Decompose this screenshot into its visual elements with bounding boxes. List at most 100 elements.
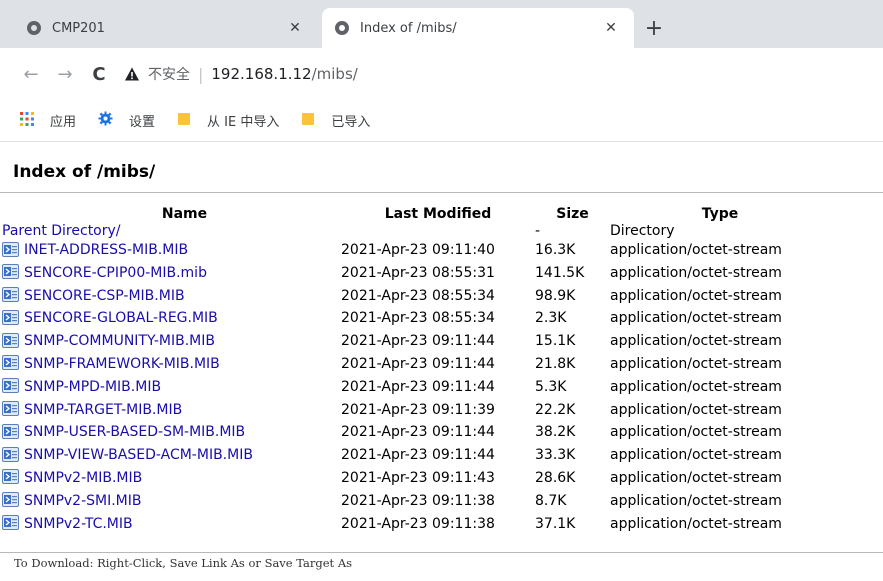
file-link[interactable]: SNMP-COMMUNITY-MIB.MIB bbox=[24, 333, 215, 349]
file-link[interactable]: SENCORE-CPIP00-MIB.mib bbox=[24, 265, 207, 281]
file-link[interactable]: SNMPv2-MIB.MIB bbox=[24, 470, 142, 486]
cell-type: application/octet-stream bbox=[610, 287, 782, 304]
file-listing-table: Name Last Modified Size Type Parent Dire… bbox=[2, 206, 830, 536]
divider bbox=[0, 552, 883, 553]
table-header-row: Name Last Modified Size Type bbox=[28, 206, 830, 223]
table-row: SNMP-USER-BASED-SM-MIB.MIB 2021-Apr-23 09… bbox=[2, 421, 830, 444]
file-icon[interactable] bbox=[2, 401, 19, 417]
cell-modified: 2021-Apr-23 09:11:38 bbox=[341, 492, 495, 509]
forward-arrow-icon[interactable]: → bbox=[54, 63, 76, 85]
file-icon[interactable] bbox=[2, 492, 19, 508]
table-row: SNMP-TARGET-MIB.MIB 2021-Apr-23 09:11:39 2… bbox=[2, 399, 830, 422]
file-icon[interactable] bbox=[2, 446, 19, 462]
insecure-label[interactable]: 不安全 bbox=[148, 64, 190, 84]
cell-size: 5.3K bbox=[535, 378, 567, 395]
bookmark-settings[interactable]: 设置 bbox=[98, 111, 155, 130]
column-header-name: Name bbox=[161, 206, 208, 222]
parent-directory-link[interactable]: Parent Directory/ bbox=[2, 223, 121, 239]
file-icon[interactable] bbox=[2, 309, 19, 325]
url-host: 192.168.1.12 bbox=[211, 65, 312, 83]
cell-type: application/octet-stream bbox=[610, 492, 782, 509]
folder-icon bbox=[301, 112, 323, 130]
file-link[interactable]: SNMPv2-SMI.MIB bbox=[24, 493, 141, 509]
file-link[interactable]: SNMP-TARGET-MIB.MIB bbox=[24, 402, 182, 418]
url-path: /mibs/ bbox=[311, 65, 358, 83]
file-link[interactable]: SENCORE-GLOBAL-REG.MIB bbox=[24, 310, 218, 326]
table-row: SNMPv2-TC.MIB 2021-Apr-23 09:11:38 37.1K ap… bbox=[2, 513, 830, 536]
new-tab-button[interactable]: + bbox=[640, 14, 668, 42]
folder-icon bbox=[177, 112, 199, 130]
table-row: INET-ADDRESS-MIB.MIB 2021-Apr-23 09:11:40… bbox=[2, 239, 830, 262]
page-content: Index of /mibs/ Name Last Modified Size … bbox=[0, 142, 883, 581]
bookmarks-bar: 应用 设置 从 IE 中导入 已导入 bbox=[0, 100, 883, 142]
cell-type: application/octet-stream bbox=[610, 333, 782, 350]
column-header-size: Size bbox=[556, 206, 589, 222]
file-icon[interactable] bbox=[2, 423, 19, 439]
cell-modified: 2021-Apr-23 08:55:31 bbox=[341, 264, 495, 281]
table-row: SNMP-VIEW-BASED-ACM-MIB.MIB 2021-Apr-23 0… bbox=[2, 444, 830, 467]
cell-modified: 2021-Apr-23 08:55:34 bbox=[341, 310, 495, 327]
file-link[interactable]: SENCORE-CSP-MIB.MIB bbox=[24, 288, 185, 304]
globe-icon bbox=[334, 20, 350, 36]
file-icon[interactable] bbox=[2, 332, 19, 348]
warning-icon[interactable] bbox=[124, 66, 140, 82]
cell-type: application/octet-stream bbox=[610, 424, 782, 441]
divider bbox=[0, 192, 883, 193]
bookmark-label: 已导入 bbox=[331, 115, 371, 130]
cell-size: 38.2K bbox=[535, 424, 576, 441]
cell-size: - bbox=[535, 223, 541, 239]
table-row: SNMPv2-SMI.MIB 2021-Apr-23 09:11:38 8.7K ap… bbox=[2, 490, 830, 513]
table-row: SENCORE-CSP-MIB.MIB 2021-Apr-23 08:55:34 9… bbox=[2, 285, 830, 308]
cell-modified: 2021-Apr-23 09:11:40 bbox=[341, 242, 495, 258]
cell-type: application/octet-stream bbox=[610, 355, 782, 372]
bookmark-label: 从 IE 中导入 bbox=[207, 115, 280, 130]
bookmark-imported[interactable]: 已导入 bbox=[301, 111, 370, 130]
cell-modified: 2021-Apr-23 09:11:44 bbox=[341, 424, 495, 441]
file-link[interactable]: SNMP-VIEW-BASED-ACM-MIB.MIB bbox=[24, 447, 253, 463]
cell-type: application/octet-stream bbox=[610, 310, 782, 327]
cell-type: application/octet-stream bbox=[610, 469, 782, 486]
cell-modified bbox=[341, 223, 535, 239]
cell-size: 16.3K bbox=[535, 242, 576, 258]
close-tab-icon[interactable]: ✕ bbox=[284, 17, 306, 39]
file-icon[interactable] bbox=[2, 287, 19, 303]
cell-type: application/octet-stream bbox=[610, 401, 782, 418]
bookmark-label: 应用 bbox=[50, 115, 77, 130]
tab-index-of-mibs[interactable]: Index of /mibs/ ✕ bbox=[322, 8, 634, 48]
table-row: SENCORE-CPIP00-MIB.mib 2021-Apr-23 08:55:… bbox=[2, 262, 830, 285]
file-link[interactable]: SNMP-FRAMEWORK-MIB.MIB bbox=[24, 356, 220, 372]
url-separator: | bbox=[198, 64, 204, 84]
column-header-type: Type bbox=[701, 206, 739, 222]
cell-type: application/octet-stream bbox=[610, 515, 782, 532]
bookmark-apps[interactable]: 应用 bbox=[20, 111, 76, 130]
file-icon[interactable] bbox=[2, 378, 19, 394]
cell-modified: 2021-Apr-23 09:11:38 bbox=[341, 515, 495, 532]
cell-size: 2.3K bbox=[535, 310, 567, 327]
file-link[interactable]: SNMP-MPD-MIB.MIB bbox=[24, 379, 161, 395]
file-icon[interactable] bbox=[2, 241, 19, 257]
cell-size: 141.5K bbox=[535, 264, 585, 281]
download-hint: To Download: Right-Click, Save Link As o… bbox=[14, 556, 353, 570]
cell-size: 15.1K bbox=[535, 333, 576, 350]
cell-size: 8.7K bbox=[535, 492, 567, 509]
close-tab-icon[interactable]: ✕ bbox=[600, 17, 622, 39]
reload-icon[interactable]: C bbox=[88, 63, 110, 85]
table-row: SNMP-COMMUNITY-MIB.MIB 2021-Apr-23 09:11:… bbox=[2, 330, 830, 353]
tab-strip: CMP201 ✕ Index of /mibs/ ✕ + bbox=[0, 0, 883, 48]
tab-title: Index of /mibs/ bbox=[360, 20, 457, 36]
tab-cmp201[interactable]: CMP201 ✕ bbox=[18, 8, 318, 48]
cell-size: 21.8K bbox=[535, 355, 576, 372]
file-icon[interactable] bbox=[2, 469, 19, 485]
file-icon[interactable] bbox=[2, 264, 19, 280]
file-link[interactable]: SNMP-USER-BASED-SM-MIB.MIB bbox=[24, 424, 245, 440]
cell-size: 37.1K bbox=[535, 515, 576, 532]
address-bar[interactable]: 不安全 | 192.168.1.12/mibs/ bbox=[124, 56, 358, 92]
cell-type: application/octet-stream bbox=[610, 242, 782, 258]
browser-toolbar: ← → C 不安全 | 192.168.1.12/mibs/ bbox=[0, 48, 883, 100]
bookmark-import-from-ie[interactable]: 从 IE 中导入 bbox=[177, 111, 279, 130]
file-icon[interactable] bbox=[2, 355, 19, 371]
file-icon[interactable] bbox=[2, 515, 19, 531]
back-arrow-icon[interactable]: ← bbox=[20, 63, 42, 85]
file-link[interactable]: SNMPv2-TC.MIB bbox=[24, 516, 133, 532]
file-link[interactable]: INET-ADDRESS-MIB.MIB bbox=[24, 242, 188, 258]
